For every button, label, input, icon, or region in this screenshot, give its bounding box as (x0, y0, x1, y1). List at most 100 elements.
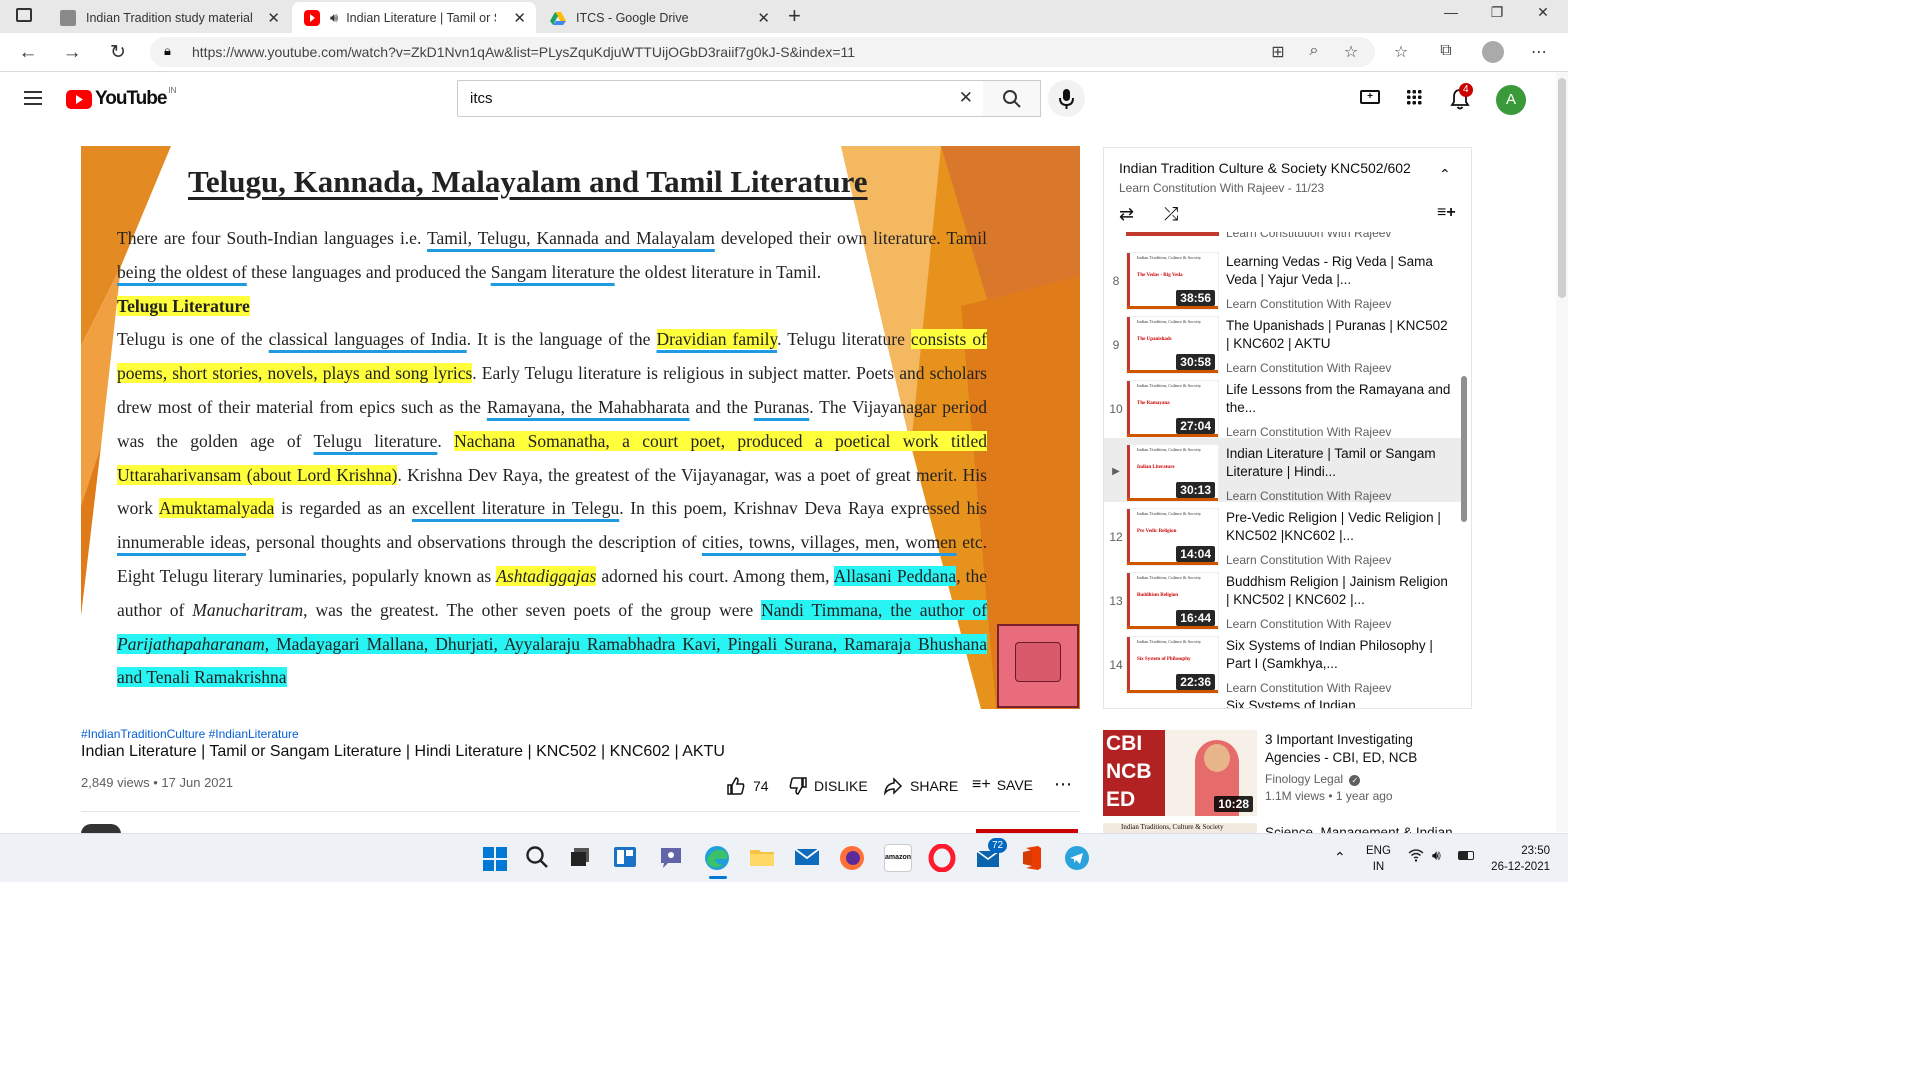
youtube-logo[interactable]: YouTube IN (66, 86, 176, 110)
minimize-button[interactable]: — (1428, 4, 1474, 20)
show-hidden-icons[interactable]: ⌃ (1334, 849, 1346, 866)
dislike-button[interactable]: DISLIKE (788, 776, 868, 796)
task-view-icon[interactable] (568, 844, 598, 874)
tab-indian-tradition[interactable]: Indian Tradition study material ✕ (48, 2, 290, 33)
video-thumbnail: Indian Tradition, Culture & Society Buddh… (1126, 572, 1219, 630)
playlist-item[interactable]: 14 Indian Tradition, Culture & Society Si… (1104, 636, 1461, 700)
presenter-face (1204, 744, 1230, 772)
teams-chat-icon[interactable] (658, 844, 688, 874)
clear-search-icon[interactable]: ✕ (959, 88, 973, 108)
volume-icon[interactable]: 🔊︎ (1432, 847, 1441, 864)
thumb-word-ed: ED (1106, 788, 1136, 811)
url-field[interactable]: 🔒︎ https://www.youtube.com/watch?v=ZkD1N… (150, 37, 1375, 67)
playlist-item[interactable]: 8 Indian Tradition, Culture & Society The… (1104, 252, 1461, 316)
amazon-icon[interactable]: amazon (884, 844, 914, 874)
opera-icon[interactable] (928, 843, 958, 874)
playlist-title[interactable]: Indian Tradition Culture & Society KNC50… (1119, 160, 1411, 176)
video-views-date: 2,849 views • 17 Jun 2021 (81, 775, 233, 790)
search-icon[interactable] (524, 844, 554, 874)
firefox-icon[interactable] (838, 844, 868, 874)
collapse-chevron-icon[interactable]: ⌃ (1439, 166, 1451, 183)
thumbs-up-icon (727, 777, 745, 795)
channel-watermark (997, 624, 1079, 708)
loop-icon[interactable]: ⇄ (1119, 204, 1134, 225)
battery-icon[interactable] (1458, 851, 1474, 860)
maximize-button[interactable]: ❐ (1474, 4, 1520, 21)
browser-tab-strip: Indian Tradition study material ✕ 🔊︎ Ind… (0, 0, 1568, 33)
app-available-icon[interactable]: ⊞ (1267, 42, 1289, 62)
create-video-icon[interactable]: + (1360, 90, 1380, 104)
youtube-header: YouTube IN itcs ✕ + 4 A (0, 72, 1568, 124)
next-recommended-title[interactable]: Science, Management & Indian (1265, 824, 1453, 833)
playlist-scrollbar[interactable] (1461, 376, 1467, 522)
tab-google-drive[interactable]: ITCS - Google Drive ✕ (538, 2, 780, 33)
widgets-icon[interactable] (612, 844, 642, 874)
recommended-thumbnail: CBI NCB ED 10:28 (1103, 730, 1257, 816)
close-tab-icon[interactable]: ✕ (267, 9, 280, 27)
playlist-item[interactable]: 12 Indian Tradition, Culture & Society Pr… (1104, 508, 1461, 572)
file-explorer-icon[interactable] (748, 844, 778, 874)
mail-badge: 72 (988, 838, 1008, 853)
like-button[interactable]: 74 (726, 776, 769, 796)
video-thumbnail: Indian Tradition, Culture & Society Six S… (1126, 636, 1219, 694)
close-tab-icon[interactable]: ✕ (513, 9, 526, 27)
playlist-item-current[interactable]: ▶ Indian Tradition, Culture & Society Ind… (1104, 444, 1461, 508)
speaker-icon[interactable]: 🔊︎ (330, 10, 338, 26)
collections-icon[interactable]: ⧉ (1435, 42, 1457, 60)
page-scrollbar[interactable] (1556, 72, 1568, 832)
voice-search-button[interactable] (1048, 80, 1085, 117)
wifi-icon[interactable] (1408, 848, 1424, 865)
section-heading: Telugu Literature (117, 295, 250, 316)
save-button[interactable]: ≡+ SAVE (972, 776, 1033, 794)
video-player[interactable]: Telugu, Kannada, Malayalam and Tamil Lit… (81, 146, 1080, 709)
microphone-icon (1059, 89, 1074, 109)
refresh-button[interactable]: ↻ (104, 39, 132, 67)
more-menu-icon[interactable]: ⋯ (1528, 42, 1550, 62)
clock[interactable]: 23:50 26-12-2021 (1488, 843, 1550, 875)
forward-button[interactable]: → (58, 39, 86, 67)
zoom-icon[interactable]: ⌕ (1303, 42, 1325, 60)
recommended-channel: Finology Legal ✓ (1265, 772, 1361, 786)
playlist-panel: Indian Tradition Culture & Society KNC50… (1103, 147, 1472, 709)
start-icon[interactable] (480, 844, 510, 874)
back-button[interactable]: ← (14, 39, 42, 67)
telegram-icon[interactable] (1063, 844, 1093, 874)
close-window-button[interactable]: ✕ (1520, 4, 1566, 21)
windows-mail-icon[interactable]: 72 (974, 838, 1008, 874)
share-button[interactable]: SHARE (883, 776, 958, 796)
mail-icon[interactable] (793, 844, 823, 874)
playlist-item[interactable]: 9 Indian Tradition, Culture & Society The… (1104, 316, 1461, 380)
lock-icon[interactable]: 🔒︎ (164, 43, 171, 59)
recommended-video[interactable]: CBI NCB ED 10:28 3 Important Investigati… (1103, 730, 1472, 820)
more-actions-icon[interactable]: ⋯ (1054, 774, 1072, 795)
tab-actions-icon[interactable] (16, 8, 32, 22)
playlist-item[interactable]: 10 Indian Tradition, Culture & Society Th… (1104, 380, 1461, 444)
playlist-item[interactable]: 13 Indian Tradition, Culture & Society Bu… (1104, 572, 1461, 636)
language-indicator[interactable]: ENG IN (1366, 843, 1391, 875)
partial-thumb (1126, 232, 1219, 236)
close-tab-icon[interactable]: ✕ (757, 9, 770, 27)
share-icon (883, 777, 903, 796)
edge-browser-icon[interactable] (703, 844, 733, 879)
search-button[interactable] (983, 80, 1041, 117)
notifications-icon[interactable]: 4 (1450, 83, 1473, 115)
apps-grid-icon[interactable] (1406, 89, 1422, 105)
video-thumbnail: Indian Tradition, Culture & Society The U… (1126, 316, 1219, 374)
office-icon[interactable] (1018, 844, 1048, 874)
shuffle-icon[interactable]: ⤮ (1164, 204, 1178, 225)
tab-indian-literature[interactable]: 🔊︎ Indian Literature | Tamil or S ✕ (292, 2, 536, 33)
add-favorite-icon[interactable]: ☆ (1340, 42, 1362, 62)
slide-body: There are four South-Indian languages i.… (117, 228, 988, 688)
playlist-add-icon[interactable]: ≡+ (1437, 204, 1456, 222)
video-hashtags[interactable]: #IndianTraditionCulture #IndianLiteratur… (81, 727, 299, 741)
menu-icon[interactable] (24, 91, 42, 105)
next-recommended-thumb[interactable]: Indian Traditions, Culture & Society (1103, 823, 1257, 833)
playlist-add-icon: ≡+ (972, 776, 991, 793)
search-input[interactable]: itcs ✕ (457, 80, 984, 117)
account-avatar[interactable]: A (1496, 85, 1526, 115)
document-icon (60, 9, 76, 26)
new-tab-button[interactable]: + (788, 3, 801, 29)
favorites-icon[interactable]: ☆ (1390, 42, 1412, 62)
profile-avatar-icon[interactable] (1482, 41, 1504, 63)
video-thumbnail: Indian Tradition, Culture & Society Pre V… (1126, 508, 1219, 566)
